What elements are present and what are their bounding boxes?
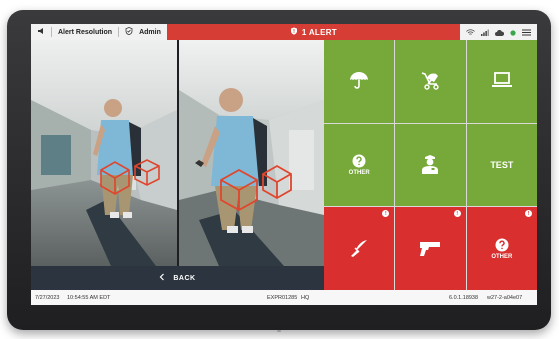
back-label: BACK xyxy=(173,274,196,282)
chevron-left-icon xyxy=(159,273,165,283)
status-version: 6.0.1.18938 xyxy=(449,295,479,301)
signal-icon xyxy=(481,24,489,41)
tile-label: OTHER xyxy=(491,253,513,260)
status-time: 10:54:55 AM EDT xyxy=(67,295,111,301)
info-badge[interactable]: ! xyxy=(453,210,461,218)
divider xyxy=(118,27,120,37)
status-device-id: EXPR01285 xyxy=(267,295,298,301)
tile-test[interactable]: TEST xyxy=(466,123,537,207)
top-bar: Alert Resolution Admin 1 ALERT xyxy=(31,24,537,40)
wifi-icon xyxy=(466,24,475,41)
camera-feed-2[interactable] xyxy=(179,40,324,266)
knife-icon xyxy=(349,238,369,260)
status-bar: 7/27/2023 10:54:55 AM EDT EXPR01285 HQ 6… xyxy=(31,290,537,305)
top-bar-left: Alert Resolution Admin xyxy=(31,24,167,40)
back-button[interactable]: BACK xyxy=(31,266,324,290)
laptop-icon xyxy=(491,71,513,91)
tile-label: OTHER xyxy=(348,169,370,176)
tile-laptop[interactable] xyxy=(466,40,537,123)
role-label[interactable]: Admin xyxy=(139,29,161,36)
camera-feeds xyxy=(31,40,324,266)
resolution-grid: OTHER TEST ! ! ! OTHER xyxy=(324,40,537,290)
status-date: 7/27/2023 xyxy=(35,295,60,301)
divider xyxy=(51,27,52,37)
camera-feed-1[interactable] xyxy=(31,40,177,266)
alert-shield-icon xyxy=(290,27,298,37)
info-badge[interactable]: ! xyxy=(382,210,390,218)
menu-icon[interactable] xyxy=(522,24,531,41)
section-label: Alert Resolution xyxy=(58,28,113,36)
info-badge[interactable]: ! xyxy=(525,210,532,218)
app-screen: Alert Resolution Admin 1 ALERT BACK OTHE… xyxy=(31,24,537,305)
gun-icon xyxy=(418,239,442,259)
tile-guard[interactable] xyxy=(395,123,466,207)
tile-knife[interactable]: ! xyxy=(324,207,395,290)
umbrella-icon xyxy=(349,70,369,92)
shield-check-icon xyxy=(125,27,133,37)
alert-banner[interactable]: 1 ALERT xyxy=(166,24,460,40)
tile-umbrella[interactable] xyxy=(324,40,395,123)
question-icon xyxy=(352,154,366,170)
top-bar-right xyxy=(460,24,537,40)
guard-icon xyxy=(421,154,439,176)
megaphone-icon[interactable] xyxy=(37,27,45,37)
status-dot-icon xyxy=(510,24,516,41)
alert-count-label: 1 ALERT xyxy=(301,27,337,37)
status-build: w27-2-a04e07 xyxy=(487,295,523,301)
status-location: HQ xyxy=(301,295,310,301)
cloud-icon xyxy=(495,24,505,41)
tile-other-threat[interactable]: ! OTHER xyxy=(466,207,537,290)
tile-label: TEST xyxy=(490,159,514,170)
home-indicator xyxy=(277,330,281,332)
tile-other-safe[interactable]: OTHER xyxy=(324,123,395,207)
stroller-icon xyxy=(419,70,441,92)
question-icon xyxy=(495,238,509,254)
tile-gun[interactable]: ! xyxy=(395,207,466,290)
tile-stroller[interactable] xyxy=(395,40,466,123)
